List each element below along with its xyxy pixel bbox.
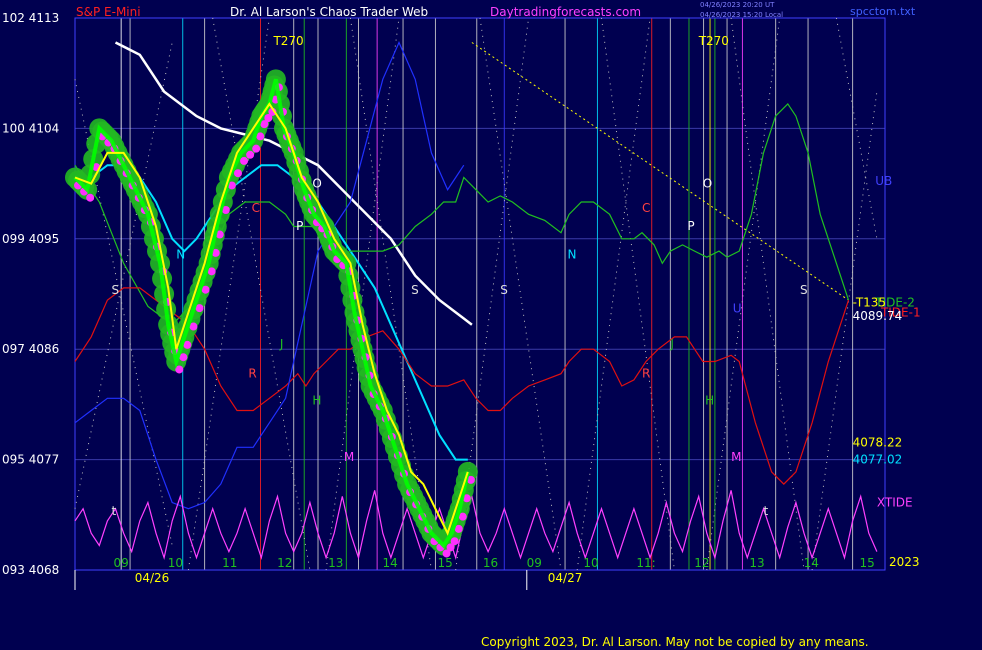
price-dot [450, 537, 459, 546]
x-tick-label: 09 [527, 556, 542, 570]
planet-marker: R [642, 366, 650, 380]
x-tick-label: 15 [860, 556, 875, 570]
year-label: 2023 [889, 555, 920, 569]
planet-marker: H [705, 393, 714, 407]
planet-marker: C [642, 201, 650, 215]
planet-marker: S [800, 283, 808, 297]
site-link[interactable]: Daytradingforecasts.com [490, 5, 641, 19]
date-label: 04/27 [548, 571, 583, 585]
planet-marker: N [176, 247, 185, 261]
timestamp-local: 04/26/2023 15:20 Local [700, 11, 784, 19]
timestamp-ut: 04/26/2023 20:20 UT [700, 1, 775, 9]
planet-marker: t [764, 504, 769, 518]
chart-title: Dr. Al Larson's Chaos Trader Web [230, 5, 429, 19]
dotted-cycle-line [325, 17, 400, 571]
x-tick-label: 10 [168, 556, 183, 570]
dotted-cycle-line [706, 17, 781, 571]
price-dot [86, 193, 95, 202]
planet-marker: O [703, 176, 712, 190]
right-label: UB [875, 174, 892, 188]
planet-marker: S [111, 283, 119, 297]
x-tick-label: 11 [222, 556, 237, 570]
right-label: 4089.74 [853, 309, 903, 323]
price-dot [252, 144, 261, 153]
right-label: 4077.02 [853, 453, 903, 467]
planet-marker: J [669, 337, 674, 351]
y-tick-label: 097 4086 [2, 342, 59, 356]
x-tick-label: 12 [694, 556, 709, 570]
data-file-label: spcctom.txt [850, 5, 916, 18]
x-tick-label: 14 [804, 556, 819, 570]
planet-marker: M [731, 450, 741, 464]
right-label: 4078.22 [853, 435, 903, 449]
x-tick-label: 13 [328, 556, 343, 570]
planet-marker: H [312, 393, 321, 407]
planet-marker: J [279, 337, 284, 351]
planet-marker: S [500, 283, 508, 297]
date-label: 04/26 [135, 571, 170, 585]
right-label: XTIDE [877, 496, 913, 510]
x-tick-label: 09 [114, 556, 129, 570]
y-tick-label: 095 4077 [2, 453, 59, 467]
dotted-cycle-line [601, 17, 675, 571]
planet-marker: T270 [698, 34, 729, 48]
y-tick-label: 102 4113 [2, 11, 59, 25]
planet-marker: N [567, 247, 576, 261]
y-tick-label: 100 4104 [2, 121, 59, 135]
x-tick-label: 14 [382, 556, 397, 570]
symbol-label: S&P E-Mini [76, 5, 141, 19]
series-avg-mid [74, 164, 468, 461]
planet-marker: U [733, 301, 742, 315]
planet-marker: S [411, 283, 419, 297]
y-tick-label: 099 4095 [2, 232, 59, 246]
copyright-notice: Copyright 2023, Dr. Al Larson. May not b… [481, 635, 869, 649]
planet-marker: T270 [272, 34, 303, 48]
dotted-cycle-line [479, 17, 562, 571]
planet-marker: O [312, 176, 321, 190]
price-dot [233, 169, 242, 178]
x-tick-label: 13 [749, 556, 764, 570]
trend-line [471, 42, 849, 301]
planet-marker: C [252, 201, 260, 215]
series-xtide [74, 490, 878, 560]
dotted-cycle-line [576, 17, 651, 571]
dotted-cycle-line [811, 91, 878, 571]
planet-marker: t [111, 504, 116, 518]
right-label: -T135 [853, 296, 886, 310]
x-tick-label: 12 [277, 556, 292, 570]
planet-marker: P [687, 219, 694, 233]
planet-marker: M [344, 450, 354, 464]
price-dot [246, 150, 255, 159]
x-tick-label: 11: [636, 556, 655, 570]
x-tick-label: 15 [438, 556, 453, 570]
planet-marker: P [296, 219, 303, 233]
chart: 102 4113 100 4104 099 4095 097 4086 095 4077… [2, 11, 921, 590]
x-tick-label: 10 [583, 556, 598, 570]
y-tick-label: 093 4068 [2, 563, 59, 577]
planet-marker: R [248, 366, 256, 380]
price-dot [240, 156, 249, 165]
x-tick-label: 16 [483, 556, 498, 570]
